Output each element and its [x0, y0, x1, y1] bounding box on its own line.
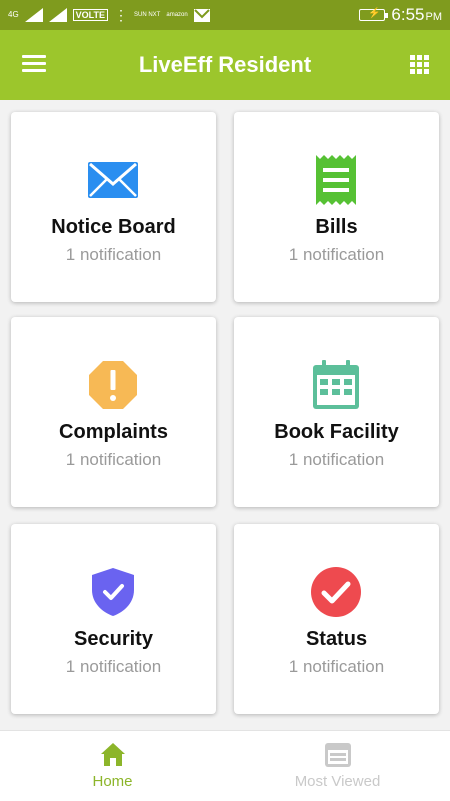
volte-badge: VOLTE — [72, 9, 109, 21]
ampm-text: PM — [425, 11, 443, 23]
clock: 6:55PM — [391, 5, 442, 25]
card-notification-count: 1 notification — [288, 245, 385, 264]
page-title: LiveEff Resident — [138, 52, 312, 77]
card-notice-board[interactable]: Notice Board 1 notification — [11, 112, 216, 302]
card-label: Security — [74, 628, 153, 650]
amazon-tag: amazon — [166, 12, 188, 18]
signal-icon-2 — [48, 8, 67, 22]
shield-check-icon — [92, 568, 134, 616]
card-security[interactable]: Security 1 notification — [11, 524, 216, 714]
status-bar: 4G VOLTE ⋮ SUN NXT amazon ⚡ 6:55PM — [0, 0, 450, 30]
card-label: Complaints — [59, 421, 168, 443]
card-book-facility[interactable]: Book Facility 1 notification — [234, 317, 439, 507]
card-label: Book Facility — [274, 421, 399, 443]
nav-home-label: Home — [92, 773, 133, 790]
card-notification-count: 1 notification — [288, 450, 385, 469]
nav-most-viewed-label: Most Viewed — [294, 773, 381, 790]
envelope-icon — [88, 162, 138, 198]
sunnxt-tag: SUN NXT — [134, 12, 161, 18]
nav-most-viewed[interactable]: Most Viewed — [225, 731, 450, 801]
card-label: Bills — [315, 216, 358, 238]
nav-home[interactable]: Home — [0, 731, 225, 801]
home-icon — [100, 743, 125, 766]
card-bills[interactable]: Bills 1 notification — [234, 112, 439, 302]
gmail-icon — [193, 8, 210, 22]
more-vert-icon: ⋮ — [114, 6, 129, 23]
check-circle-icon — [311, 567, 361, 617]
card-notification-count: 1 notification — [65, 245, 162, 264]
dashboard-grid: Notice Board 1 notification Bills 1 noti… — [0, 100, 450, 730]
card-notification-count: 1 notification — [65, 657, 162, 676]
calendar-icon — [313, 360, 359, 409]
time-text: 6:55 — [391, 5, 425, 24]
network-label: 4G — [8, 10, 19, 19]
receipt-icon — [316, 155, 356, 205]
status-left: 4G VOLTE ⋮ SUN NXT amazon — [8, 7, 210, 24]
hamburger-icon — [22, 55, 46, 58]
card-label: Status — [305, 628, 368, 650]
signal-icon — [24, 8, 43, 22]
apps-grid-button[interactable] — [410, 55, 430, 75]
bottom-navigation: Home Most Viewed — [0, 730, 450, 801]
status-right: ⚡ 6:55PM — [359, 5, 442, 25]
card-status[interactable]: Status 1 notification — [234, 524, 439, 714]
battery-icon: ⚡ — [359, 8, 389, 21]
card-notification-count: 1 notification — [288, 657, 385, 676]
card-label: Notice Board — [51, 216, 176, 238]
card-notification-count: 1 notification — [65, 450, 162, 469]
app-bar: LiveEff Resident — [0, 30, 450, 100]
warning-octagon-icon — [89, 361, 137, 409]
window-icon — [324, 743, 351, 767]
card-complaints[interactable]: Complaints 1 notification — [11, 317, 216, 507]
menu-button[interactable] — [22, 55, 48, 75]
